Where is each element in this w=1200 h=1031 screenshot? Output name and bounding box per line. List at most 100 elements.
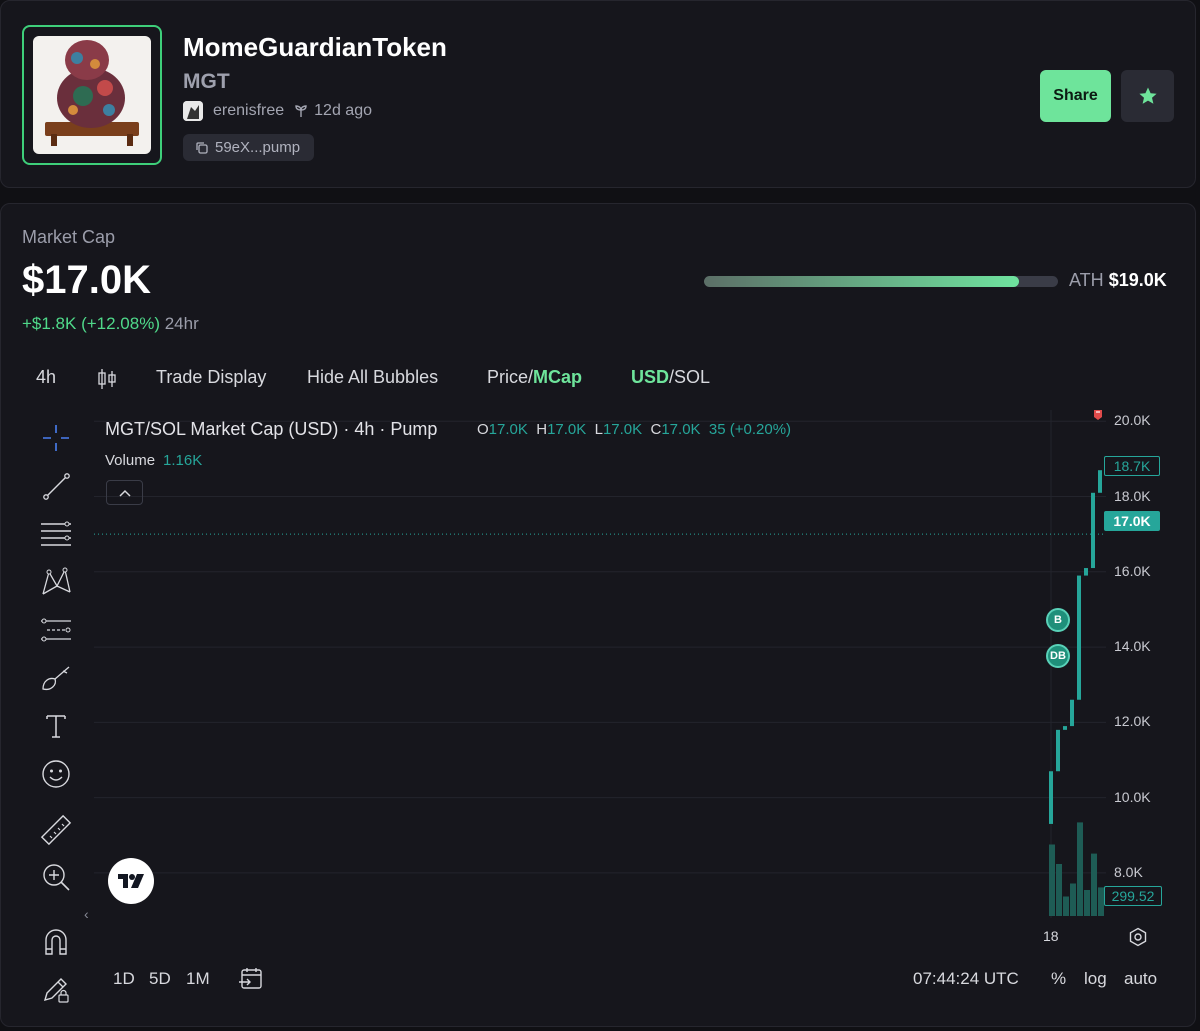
creator-row: erenisfree 12d ago (183, 101, 372, 121)
zoom-in-icon[interactable] (36, 859, 76, 895)
alert-flag-icon[interactable] (1093, 408, 1103, 420)
auto-scale-toggle[interactable]: auto (1124, 969, 1157, 989)
candle[interactable] (1091, 492, 1095, 569)
favorite-button[interactable] (1121, 70, 1174, 122)
mcap-option: MCap (533, 367, 583, 387)
candle[interactable] (1098, 470, 1102, 493)
brush-icon[interactable] (36, 660, 76, 696)
token-image[interactable] (22, 25, 162, 165)
price-axis-tick-label: 14.0K (1114, 638, 1151, 655)
price-option: Price (487, 367, 529, 387)
price-axis-tick-label: 12.0K (1114, 713, 1151, 730)
chart-settings-icon[interactable] (1128, 927, 1148, 952)
horizontal-lines-icon[interactable] (36, 516, 76, 552)
volume-bar (1063, 896, 1069, 916)
change-amount: +$1.8K (+12.08%) (22, 314, 160, 333)
high-value: 17.0K (547, 421, 587, 438)
last-price-tag: 17.0K (1104, 511, 1160, 531)
token-header-card (0, 0, 1196, 188)
candle[interactable] (1049, 771, 1053, 824)
low-label: L (594, 421, 603, 438)
collapse-legend-button[interactable] (106, 480, 143, 505)
volume-bar (1056, 864, 1062, 916)
market-cap-chart[interactable] (94, 410, 1106, 918)
range-1d[interactable]: 1D (113, 969, 135, 989)
magnet-icon[interactable] (36, 924, 76, 960)
star-icon (1138, 87, 1157, 104)
candle-style-icon[interactable] (97, 368, 117, 395)
volume-price-tag: 299.52 (1104, 886, 1162, 906)
close-label: C (650, 421, 662, 438)
volume-bar (1049, 844, 1055, 916)
volume-legend: Volume 1.16K (105, 452, 202, 469)
copy-icon (195, 141, 209, 155)
trade-display-button[interactable]: Trade Display (156, 367, 266, 388)
low-value: 17.0K (602, 421, 643, 438)
go-to-date-icon[interactable] (238, 966, 264, 997)
currency-toggle[interactable]: USD/SOL (631, 367, 710, 388)
price-axis-tick-label: 18.0K (1114, 487, 1151, 504)
market-cap-value: $17.0K (22, 258, 151, 302)
log-scale-toggle[interactable]: log (1084, 969, 1107, 989)
token-age: 12d ago (314, 102, 372, 119)
open-label: O (477, 421, 489, 438)
open-value: 17.0K (488, 421, 528, 438)
price-mcap-toggle[interactable]: Price/MCap (487, 367, 582, 388)
high-label: H (536, 421, 548, 438)
ruler-icon[interactable] (36, 812, 76, 848)
ath-value: $19.0K (1108, 270, 1167, 290)
dev-buy-marker[interactable]: DB (1046, 644, 1070, 668)
usd-option: USD (631, 367, 670, 387)
ath-progress-bar (704, 276, 1058, 287)
volume-bar (1070, 883, 1076, 916)
candle[interactable] (1056, 729, 1060, 772)
volume-value: 1.16K (163, 452, 203, 469)
market-cap-label: Market Cap (22, 227, 116, 247)
sprout-icon (294, 104, 308, 118)
collapse-tools-chevron-icon[interactable]: ‹ (84, 906, 89, 922)
text-tool-icon[interactable] (36, 708, 76, 744)
price-axis-tick-label: 10.0K (1114, 788, 1151, 805)
price-axis-tick-label: 8.0K (1114, 863, 1143, 880)
price-axis-tick-label: 20.0K (1114, 412, 1151, 429)
contract-address-chip[interactable]: 59eX...pump (183, 134, 315, 161)
interval-selector[interactable]: 4h (36, 367, 56, 388)
crosshair-icon[interactable] (36, 420, 76, 456)
close-value: 17.0K (661, 421, 701, 438)
buy-marker[interactable]: B (1046, 608, 1070, 632)
chart-title: MGT/SOL Market Cap (USD) · 4h · Pump (105, 419, 438, 439)
tradingview-logo[interactable] (108, 858, 154, 904)
token-symbol: MGT (183, 70, 230, 93)
share-button[interactable]: Share (1040, 70, 1111, 122)
time-axis-label: 18 (1043, 928, 1059, 944)
creator-avatar[interactable] (183, 101, 203, 121)
range-1m[interactable]: 1M (186, 969, 210, 989)
change-period: 24hr (164, 314, 199, 333)
candle[interactable] (1063, 726, 1067, 730)
volume-bar (1084, 890, 1090, 916)
market-cap-change: +$1.8K (+12.08%) 24hr (22, 314, 199, 334)
forecast-tool-icon[interactable] (36, 612, 76, 648)
lock-drawing-icon[interactable] (36, 971, 76, 1007)
percent-scale-toggle[interactable]: % (1051, 969, 1066, 989)
ohlc-change: 35 (+0.20%) (708, 421, 792, 438)
pattern-tool-icon[interactable] (36, 564, 76, 600)
ath-indicator: ATH $19.0K (1069, 270, 1167, 291)
hide-bubbles-button[interactable]: Hide All Bubbles (307, 367, 438, 388)
chevron-up-icon (118, 489, 131, 497)
range-5d[interactable]: 5D (149, 969, 171, 989)
volume-bar (1091, 853, 1097, 916)
token-artwork (33, 36, 151, 154)
creator-name[interactable]: erenisfree (213, 102, 284, 120)
price-axis-tick-label: 16.0K (1114, 562, 1151, 579)
sol-option: SOL (674, 367, 711, 387)
candle[interactable] (1077, 575, 1081, 700)
trend-line-icon[interactable] (36, 468, 76, 504)
candle[interactable] (1070, 699, 1074, 727)
high-price-tag: 18.7K (1104, 456, 1160, 476)
ath-progress-fill (704, 276, 1020, 287)
candle[interactable] (1084, 568, 1088, 576)
utc-clock[interactable]: 07:44:24 UTC (913, 969, 1019, 989)
token-name: MomeGuardianToken (183, 32, 447, 62)
emoji-icon[interactable] (36, 756, 76, 792)
